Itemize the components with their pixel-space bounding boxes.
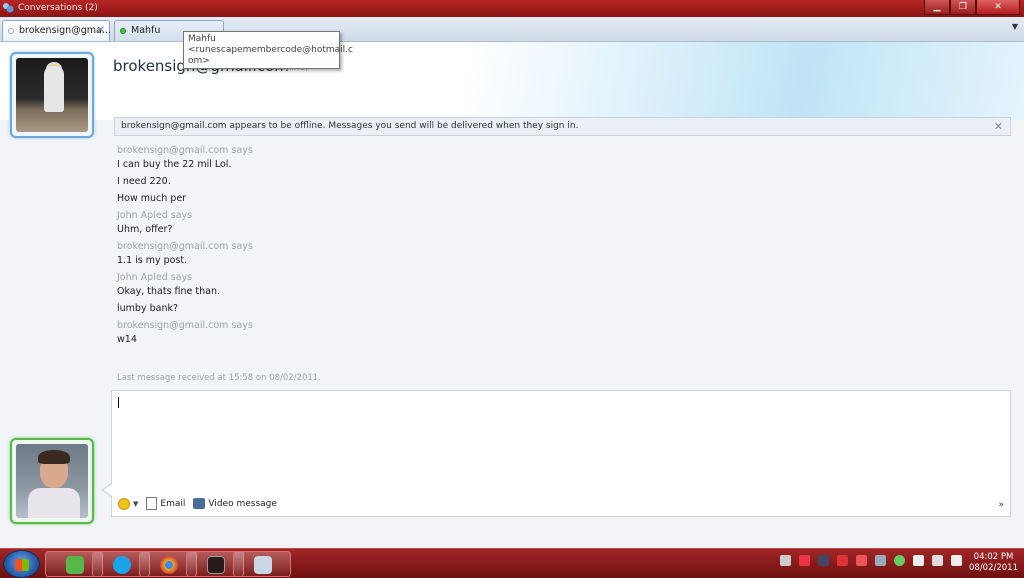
sender-line: John Apled says (117, 210, 193, 221)
contact-photo (16, 58, 88, 132)
conversation-history: brokensign@gmail.com says I can buy the … (117, 145, 997, 351)
video-message-button[interactable]: Video message (193, 498, 277, 509)
messenger-icon (66, 556, 84, 574)
message-text: w14 (117, 334, 137, 345)
tray-user-icon[interactable] (818, 555, 829, 566)
conversation-header (0, 42, 1024, 120)
message-group: John Apled says Uhm, offer? (117, 210, 997, 237)
tray-messenger-icon[interactable] (894, 555, 905, 566)
compose-toolbar: ▼ Email Video message (118, 497, 277, 510)
clock-time: 04:02 PM (973, 552, 1014, 562)
windows-logo-icon (15, 559, 29, 571)
tab-tooltip: Mahfu <runescapemembercode@hotmail.c om> (183, 31, 353, 69)
tab-close-icon[interactable]: ✕ (97, 21, 105, 40)
window-controls: ▁ ❐ ✕ (924, 0, 1020, 15)
window-title: Conversations (2) (18, 3, 98, 13)
calculator-icon (254, 556, 272, 574)
conversation-tabstrip: brokensign@gma... ✕ Mahfu ▼ (0, 17, 1024, 42)
messenger-app-icon (3, 3, 14, 13)
tooltip-line: om> (188, 56, 210, 66)
skype-icon (113, 556, 131, 574)
text-caret (118, 397, 119, 408)
chrome-icon (160, 556, 178, 574)
tray-signal-icon[interactable] (932, 555, 943, 566)
status-dot-icon (8, 28, 14, 34)
message-text: I can buy the 22 mil Lol. (117, 159, 232, 170)
smiley-icon (118, 497, 130, 510)
tray-flag-icon[interactable] (799, 555, 810, 566)
offline-notice: brokensign@gmail.com appears to be offli… (114, 117, 1011, 136)
message-text: Uhm, offer? (117, 224, 173, 235)
windows-taskbar: 04:02 PM 08/02/2011 (0, 548, 1024, 578)
message-group: brokensign@gmail.com says I can buy the … (117, 145, 997, 206)
taskbar-app-calculator[interactable] (233, 551, 291, 577)
close-button[interactable]: ✕ (976, 0, 1020, 15)
message-text: Okay, thats fine than. (117, 286, 221, 297)
message-text: How much per (117, 193, 187, 204)
contact-avatar[interactable] (10, 52, 94, 138)
tray-power-icon[interactable] (913, 555, 924, 566)
notice-close-icon[interactable]: ✕ (994, 118, 1003, 135)
sender-line: brokensign@gmail.com says (117, 145, 253, 156)
tooltip-line: <runescapemembercode@hotmail.c (188, 45, 353, 55)
video-icon (193, 498, 206, 509)
sender-line: brokensign@gmail.com says (117, 320, 253, 331)
video-message-label: Video message (208, 498, 277, 509)
message-group: brokensign@gmail.com says w14 (117, 320, 997, 347)
tray-keyboard-icon[interactable] (780, 555, 791, 566)
tray-alert-icon[interactable] (856, 555, 867, 566)
self-photo (16, 444, 88, 518)
message-group: brokensign@gmail.com says 1.1 is my post… (117, 241, 997, 268)
status-dot-icon (120, 28, 126, 34)
compose-pointer-inner (103, 484, 112, 496)
sender-line: John Apled says (117, 272, 193, 283)
document-icon (146, 497, 158, 510)
window-titlebar: Conversations (2) ▁ ❐ ✕ (0, 0, 1024, 17)
message-text: lumby bank? (117, 303, 179, 314)
chevron-down-icon: ▼ (133, 499, 139, 508)
tooltip-line: Mahfu (188, 34, 216, 44)
sender-line: brokensign@gmail.com says (117, 241, 253, 252)
email-button[interactable]: Email (146, 497, 185, 510)
taskbar-clock[interactable]: 04:02 PM 08/02/2011 (969, 552, 1018, 574)
tab-label: Mahfu (131, 25, 161, 36)
emoticon-button[interactable]: ▼ (118, 497, 139, 510)
message-compose-input[interactable]: ▼ Email Video message » (111, 390, 1011, 517)
tray-volume-icon[interactable] (951, 555, 962, 566)
minimize-button[interactable]: ▁ (924, 0, 950, 15)
maximize-button[interactable]: ❐ (950, 0, 976, 15)
tab-list-chevron-down-icon[interactable]: ▼ (1012, 22, 1018, 31)
self-avatar[interactable] (10, 438, 94, 524)
email-label: Email (160, 498, 186, 509)
start-button[interactable] (3, 550, 40, 578)
tab-brokensign[interactable]: brokensign@gma... ✕ (2, 20, 111, 41)
more-options-button[interactable]: » (998, 500, 1004, 510)
message-text: 1.1 is my post. (117, 255, 188, 266)
game-icon (207, 556, 225, 574)
message-text: I need 220. (117, 176, 171, 187)
tray-network-icon[interactable] (875, 555, 886, 566)
offline-notice-text: brokensign@gmail.com appears to be offli… (121, 121, 579, 131)
tray-shield-icon[interactable] (837, 555, 848, 566)
clock-date: 08/02/2011 (969, 563, 1018, 573)
last-received-timestamp: Last message received at 15:58 on 08/02/… (117, 373, 321, 383)
system-tray (780, 555, 962, 566)
message-group: John Apled says Okay, thats fine than. l… (117, 272, 997, 316)
